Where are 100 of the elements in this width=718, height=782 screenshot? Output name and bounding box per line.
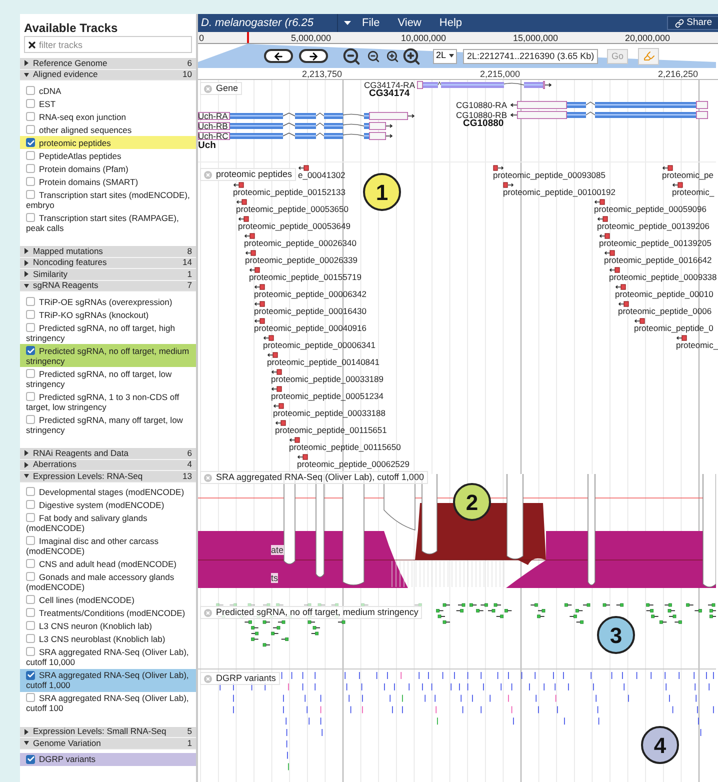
track-option[interactable]: cDNA [20, 84, 196, 97]
peptide-glyph-icon[interactable] [594, 198, 605, 204]
zoom-out-icon[interactable] [367, 50, 380, 62]
track-option[interactable]: CNS and adult head (modENCODE) [20, 558, 196, 570]
caret-icon[interactable] [344, 20, 351, 26]
track-option[interactable]: other aligned sequences [20, 123, 196, 136]
checkbox[interactable] [26, 190, 35, 198]
checkbox[interactable] [26, 595, 35, 604]
category-header[interactable]: Expression Levels: Small RNA-Seq 5 [20, 726, 196, 738]
checkbox[interactable] [26, 322, 35, 332]
track-option[interactable]: Transcription start sites (RAMPAGE), peak calls [20, 211, 196, 234]
track-option[interactable]: Developmental stages (modENCODE) [20, 486, 196, 498]
track-option[interactable]: Protein domains (Pfam) [20, 162, 196, 175]
track-option[interactable]: Predicted sgRNA, no off target, medium stringency [20, 344, 196, 367]
peptide-glyph-icon[interactable] [615, 284, 626, 290]
peptide-glyph-icon[interactable] [249, 266, 260, 272]
checkbox[interactable] [26, 487, 35, 496]
peptide-glyph-icon[interactable] [604, 250, 615, 256]
peptide-glyph-icon[interactable] [298, 164, 309, 170]
track-label[interactable]: Gene [200, 82, 242, 95]
category-header[interactable]: Reference Genome 6 [20, 58, 196, 70]
peptide-glyph-icon[interactable] [662, 164, 673, 170]
peptide-glyph-icon[interactable] [238, 216, 249, 222]
track-option[interactable]: SRA aggregated RNA-Seq (Oliver Lab), cutoff 10,000 [20, 646, 196, 668]
peptide-glyph-icon[interactable] [275, 420, 286, 426]
peptide-glyph-icon[interactable] [597, 216, 608, 222]
checkbox[interactable] [26, 513, 35, 522]
checkbox[interactable] [26, 621, 35, 630]
track-option[interactable]: proteomic peptides [20, 136, 196, 149]
transcript-drawing[interactable] [198, 132, 394, 140]
category-header[interactable]: Aberrations 4 [20, 460, 196, 471]
pan-left-button[interactable] [264, 49, 293, 63]
track-option[interactable]: Digestive system (modENCODE) [20, 498, 196, 512]
menu-item[interactable]: Help [439, 14, 462, 32]
track-option[interactable]: Fat body and salivary glands (modENCODE) [20, 512, 196, 534]
checkbox[interactable] [26, 112, 35, 120]
track-option[interactable]: Predicted sgRNA, many off target, low stringency [20, 413, 196, 436]
peptide-glyph-icon[interactable] [236, 198, 247, 204]
checkbox[interactable] [26, 346, 35, 355]
track-label[interactable]: proteomic peptides [200, 168, 296, 181]
zoom-in-icon[interactable] [402, 46, 421, 66]
category-header[interactable]: Similarity 1 [20, 269, 196, 280]
track-option[interactable]: PeptideAtlas peptides [20, 149, 196, 162]
position-marker[interactable] [247, 32, 249, 43]
track-label[interactable]: DGRP variants [200, 672, 280, 685]
peptide-glyph-icon[interactable] [676, 334, 687, 340]
peptide-glyph-icon[interactable] [599, 232, 610, 238]
peptide-glyph-icon[interactable] [254, 300, 265, 306]
category-header[interactable]: RNAi Reagents and Data 6 [20, 448, 196, 460]
track-option[interactable]: Predicted sgRNA, no off target, low stringency [20, 367, 196, 390]
peptide-glyph-icon[interactable] [271, 368, 282, 374]
peptide-glyph-icon[interactable] [493, 164, 504, 170]
track-option[interactable]: Imaginal disc and other carcass (modENCODE) [20, 534, 196, 558]
checkbox[interactable] [26, 138, 35, 147]
checkbox[interactable] [26, 392, 35, 400]
pan-right-button[interactable] [299, 49, 328, 63]
checkbox[interactable] [26, 368, 35, 378]
peptide-glyph-icon[interactable] [609, 266, 620, 272]
location-field[interactable]: 2L:2212741..2216390 (3.65 Kb) [463, 48, 598, 64]
track-option[interactable]: Predicted sgRNA, 1 to 3 non-CDS off target, low stringency [20, 390, 196, 413]
menu-item[interactable]: File [362, 14, 380, 32]
peptide-glyph-icon[interactable] [254, 284, 265, 290]
peptide-glyph-icon[interactable] [263, 334, 274, 340]
share-button[interactable]: Share [666, 16, 718, 30]
clear-icon[interactable] [27, 40, 37, 50]
category-header[interactable]: Genome Variation 1 [20, 738, 196, 750]
checkbox[interactable] [26, 754, 35, 764]
track-option[interactable]: RNA-seq exon junction [20, 110, 196, 123]
checkbox[interactable] [26, 500, 35, 509]
peptide-glyph-icon[interactable] [634, 318, 645, 324]
checkbox[interactable] [26, 647, 35, 656]
checkbox[interactable] [26, 176, 35, 186]
peptide-glyph-icon[interactable] [254, 318, 265, 324]
category-header[interactable]: Aligned evidence 10 [20, 70, 196, 81]
checkbox[interactable] [26, 212, 35, 222]
checkbox[interactable] [26, 559, 35, 568]
peptide-glyph-icon[interactable] [271, 386, 282, 392]
chromosome-select[interactable]: 2L [433, 48, 457, 64]
zoom-out-icon[interactable] [342, 46, 361, 66]
peptide-glyph-icon[interactable] [618, 300, 629, 306]
checkbox[interactable] [26, 536, 35, 545]
track-option[interactable]: Cell lines (modENCODE) [20, 594, 196, 606]
filter-field[interactable]: filter tracks [24, 36, 192, 53]
peptide-glyph-icon[interactable] [233, 182, 244, 188]
peptide-glyph-icon[interactable] [244, 232, 255, 238]
checkbox[interactable] [26, 164, 35, 172]
peptide-glyph-icon[interactable] [267, 352, 278, 358]
track-option[interactable]: Gonads and male accessory glands (modENCODE) [20, 570, 196, 594]
peptide-glyph-icon[interactable] [245, 250, 256, 256]
category-header[interactable]: sgRNA Reagents 7 [20, 280, 196, 292]
checkbox[interactable] [26, 634, 35, 643]
zoom-in-icon[interactable] [386, 50, 399, 62]
peptide-glyph-icon[interactable] [672, 182, 683, 188]
peptide-glyph-icon[interactable] [297, 454, 308, 460]
transcript-drawing[interactable] [198, 122, 394, 130]
track-option[interactable]: SRA aggregated RNA-Seq (Oliver Lab), cutoff 1,000 [20, 668, 196, 692]
checkbox[interactable] [26, 86, 35, 94]
track-option[interactable]: SRA aggregated RNA-Seq (Oliver Lab), cutoff 100 [20, 692, 196, 714]
track-option[interactable]: Predicted sgRNA, no off target, high stringency [20, 321, 196, 344]
checkbox[interactable] [26, 670, 35, 680]
